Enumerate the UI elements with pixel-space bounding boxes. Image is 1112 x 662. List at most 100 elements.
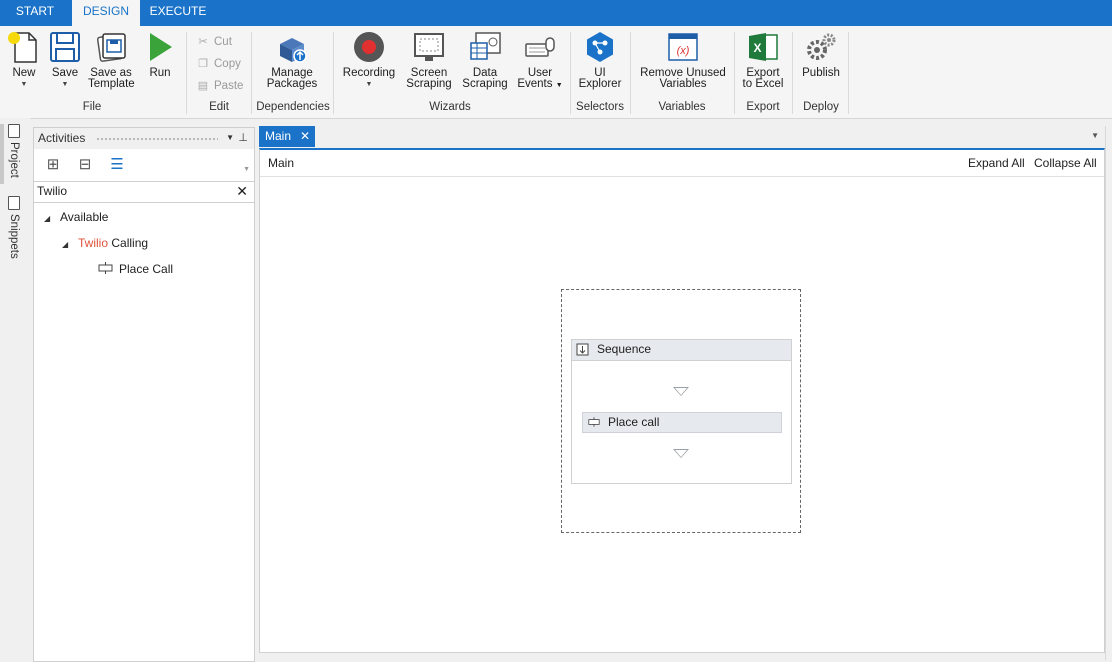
drop-arrow-icon[interactable]	[673, 387, 689, 396]
project-icon	[8, 124, 20, 138]
collapse-all-icon[interactable]: ⊟	[76, 156, 94, 174]
chevron-down-icon: ▼	[243, 166, 250, 173]
screen-scraping-icon	[412, 30, 446, 64]
tab-design[interactable]: DESIGN	[72, 0, 140, 26]
recording-button[interactable]: Recording ▼	[341, 30, 397, 88]
activity-icon	[98, 262, 113, 274]
group-label-selectors: Selectors	[576, 101, 624, 113]
activity-icon	[588, 417, 600, 427]
side-tab-project[interactable]: Project	[8, 124, 20, 178]
group-label-wizards: Wizards	[429, 101, 471, 113]
tree-view-icon[interactable]: ☰	[108, 156, 126, 174]
workflow-designer: Main Expand All Collapse All Sequence Pl…	[259, 148, 1105, 660]
drop-arrow-icon[interactable]	[673, 449, 689, 458]
pin-icon[interactable]: ⊥	[238, 128, 248, 148]
chevron-down-icon: ▼	[20, 81, 28, 88]
chevron-down-icon[interactable]: ▼	[226, 128, 234, 148]
tab-main[interactable]: Main ✕	[259, 126, 315, 147]
chevron-down-icon: ▼	[61, 81, 69, 88]
save-as-template-button[interactable]: Save as Template	[88, 30, 135, 90]
ribbon-separator	[186, 32, 187, 114]
chevron-down-icon: ▼	[555, 82, 563, 89]
publish-button[interactable]: Publish	[798, 30, 844, 79]
save-button[interactable]: Save ▼	[46, 30, 84, 88]
top-tab-bar: START DESIGN EXECUTE	[0, 0, 1112, 26]
clear-search-icon[interactable]: ✕	[236, 183, 248, 200]
export-to-excel-button[interactable]: X Export to Excel	[740, 30, 786, 90]
search-input[interactable]	[34, 182, 217, 200]
chevron-down-icon: ▼	[365, 81, 373, 88]
manage-packages-button[interactable]: Manage Packages	[262, 30, 322, 90]
paste-icon: ▤	[197, 80, 209, 92]
ribbon: New ▼ Save ▼ Save as Template Run File ✂…	[0, 26, 1112, 119]
group-label-edit: Edit	[209, 101, 229, 113]
side-tab-indicator	[0, 124, 4, 184]
group-label-variables: Variables	[658, 101, 706, 113]
sequence-activity[interactable]: Sequence Place call	[571, 339, 792, 484]
svg-text:(x): (x)	[677, 45, 690, 57]
cut-button[interactable]: ✂ Cut	[196, 34, 232, 50]
breadcrumb[interactable]: Main	[268, 156, 294, 170]
packages-icon	[275, 30, 309, 64]
excel-icon: X	[746, 30, 780, 64]
new-button[interactable]: New ▼	[4, 30, 44, 88]
record-icon	[352, 30, 386, 64]
sequence-header[interactable]: Sequence	[572, 340, 791, 361]
copy-icon: ❐	[198, 58, 208, 70]
screen-scraping-button[interactable]: Screen Scraping	[403, 30, 455, 90]
ribbon-separator	[570, 32, 571, 114]
user-events-button[interactable]: User Events ▼	[515, 30, 565, 91]
expanded-triangle-icon[interactable]: ◢	[44, 214, 56, 223]
close-icon[interactable]: ✕	[300, 126, 310, 146]
side-tab-strip: Project Snippets	[0, 118, 30, 660]
data-scraping-icon	[468, 30, 502, 64]
ui-explorer-button[interactable]: UI Explorer	[576, 30, 624, 90]
ribbon-separator	[792, 32, 793, 114]
panel-grip	[96, 137, 218, 141]
ribbon-separator	[630, 32, 631, 114]
tab-execute[interactable]: EXECUTE	[144, 0, 212, 24]
run-button[interactable]: Run	[142, 30, 178, 79]
keyboard-mouse-icon	[523, 30, 557, 64]
side-tab-snippets[interactable]: Snippets	[8, 196, 20, 259]
divider	[260, 176, 1104, 177]
place-call-activity[interactable]: Place call	[582, 412, 782, 433]
remove-unused-variables-button[interactable]: (x) Remove Unused Variables	[638, 30, 728, 90]
activities-panel: Activities ▼ ⊥ ⊞ ⊟ ☰ ▼ ✕ ◢Available ◢Twi…	[33, 127, 255, 662]
chevron-down-icon[interactable]: ▼	[1091, 131, 1099, 140]
paste-button[interactable]: ▤ Paste	[196, 78, 244, 94]
variables-icon: (x)	[666, 30, 700, 64]
ribbon-separator	[333, 32, 334, 114]
play-icon	[143, 30, 177, 64]
expand-all-button[interactable]: Expand All	[968, 156, 1025, 170]
group-label-deploy: Deploy	[803, 101, 839, 113]
group-label-file: File	[82, 101, 102, 113]
tree-node-twilio-calling[interactable]: ◢ Twilio Calling	[62, 236, 148, 250]
workflow-root-container[interactable]: Sequence Place call	[561, 289, 801, 533]
collapse-all-button[interactable]: Collapse All	[1034, 156, 1097, 170]
gears-icon	[804, 30, 838, 64]
tab-start[interactable]: START	[0, 0, 70, 24]
sequence-icon	[576, 343, 589, 356]
ribbon-separator	[251, 32, 252, 114]
expand-all-icon[interactable]: ⊞	[44, 156, 62, 174]
data-scraping-button[interactable]: Data Scraping	[460, 30, 510, 90]
vertical-scrollbar[interactable]	[1105, 126, 1112, 660]
ribbon-separator	[734, 32, 735, 114]
save-disk-icon	[48, 30, 82, 64]
ui-explorer-icon	[583, 30, 617, 64]
template-icon	[94, 30, 128, 64]
activities-title: Activities	[38, 131, 86, 145]
tree-node-available[interactable]: ◢ Available	[44, 210, 108, 224]
scissors-icon: ✂	[198, 36, 208, 48]
expanded-triangle-icon[interactable]: ◢	[62, 240, 74, 249]
activities-search: ✕	[34, 181, 254, 203]
document-tab-strip: Main ✕ ▼	[259, 126, 1105, 148]
svg-text:X: X	[753, 41, 761, 55]
new-file-icon	[7, 30, 41, 64]
ribbon-separator	[848, 32, 849, 114]
tree-node-place-call[interactable]: Place Call	[98, 262, 173, 276]
snippets-icon	[8, 196, 20, 210]
copy-button[interactable]: ❐ Copy	[196, 56, 241, 72]
group-label-dependencies: Dependencies	[256, 101, 330, 113]
